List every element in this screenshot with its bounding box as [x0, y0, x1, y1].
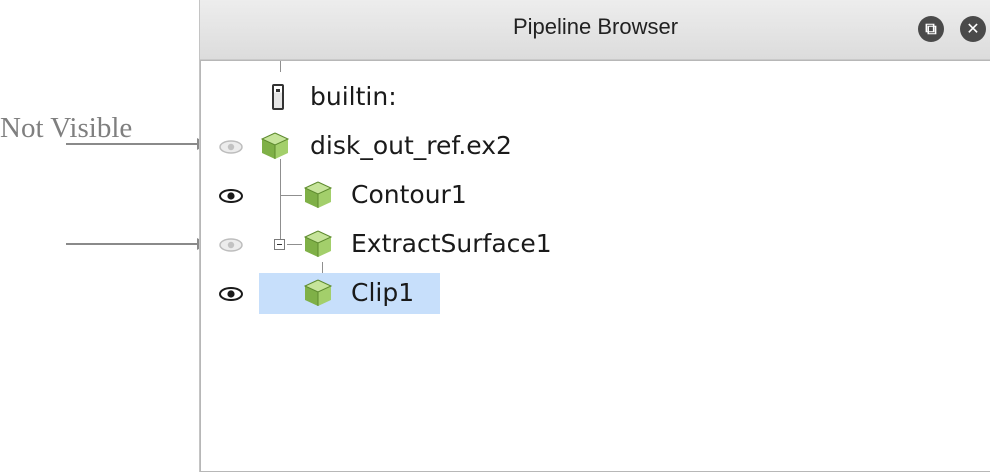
pipeline-item-label: Clip1	[351, 278, 415, 307]
pipeline-browser-panel: Pipeline Browser ⧉ ✕ builtin: disk_out_r…	[199, 0, 990, 472]
close-icon: ✕	[966, 19, 980, 38]
pipeline-item-clip1[interactable]: Clip1	[219, 273, 659, 314]
server-icon	[272, 84, 284, 110]
pipeline-item-label: builtin:	[310, 82, 397, 111]
collapse-toggle[interactable]	[274, 239, 285, 250]
eye-visible-icon[interactable]	[219, 287, 243, 301]
panel-title: Pipeline Browser	[512, 14, 679, 39]
cube-icon	[303, 230, 333, 257]
pipeline-browser-figure: Not Visible Pipeline Browser ⧉ ✕ builtin…	[0, 0, 990, 472]
cube-icon	[260, 132, 290, 159]
cube-icon	[303, 279, 333, 306]
float-window-button[interactable]: ⧉	[918, 16, 944, 42]
close-window-button[interactable]: ✕	[960, 16, 986, 42]
pipeline-item-contour1[interactable]: Contour1	[219, 175, 519, 215]
annotation-arrow-extractsurface	[66, 238, 208, 250]
panel-titlebar: Pipeline Browser ⧉ ✕	[200, 0, 990, 60]
pipeline-item-disk-out-ref[interactable]: disk_out_ref.ex2	[219, 126, 599, 166]
pipeline-item-label: Contour1	[351, 180, 467, 209]
float-icon: ⧉	[925, 19, 937, 38]
pipeline-item-label: disk_out_ref.ex2	[310, 131, 512, 160]
tree-connector	[280, 61, 281, 72]
not-visible-annotation-label: Not Visible	[0, 112, 133, 144]
eye-hidden-icon[interactable]	[219, 140, 243, 154]
pipeline-item-label: ExtractSurface1	[351, 229, 552, 258]
eye-visible-icon[interactable]	[219, 189, 243, 203]
cube-icon	[303, 181, 333, 208]
pipeline-item-extractsurface1[interactable]: ExtractSurface1	[219, 224, 619, 264]
annotation-arrow-disk	[66, 138, 208, 150]
pipeline-tree[interactable]: builtin: disk_out_ref.ex2 Contour1 Extra…	[200, 60, 990, 472]
pipeline-item-builtin[interactable]: builtin:	[263, 77, 523, 117]
eye-hidden-icon[interactable]	[219, 238, 243, 252]
